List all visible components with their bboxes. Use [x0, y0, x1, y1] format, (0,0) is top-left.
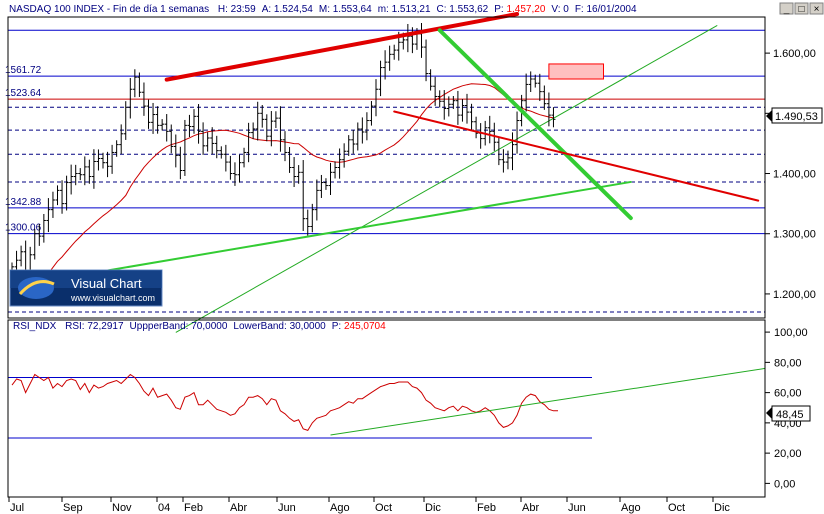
price-header: NASDAQ 100 INDEX - Fin de día 1 semanas … [9, 4, 637, 15]
x-tick-label-11: Abr [522, 502, 539, 514]
rsi-y-tick-label-0: 100,00 [774, 327, 808, 339]
rsi-header-field-value-1: 70,0000 [191, 321, 228, 332]
close-button[interactable]: × [809, 2, 824, 15]
svg-text:×: × [814, 4, 820, 15]
x-tick-label-12: Jun [568, 502, 586, 514]
x-tick-label-2: Nov [112, 502, 132, 514]
visual-chart-logo: Visual Chart www.visualchart.com [9, 269, 163, 307]
price-header-field-label-4: C: [437, 4, 450, 15]
price-header-field-value-5: 1.457,20 [506, 4, 545, 15]
price-header-field-label-1: A: [262, 4, 274, 15]
x-tick-label-5: Abr [230, 502, 247, 514]
highlight-box [548, 63, 605, 80]
rsi-current-marker: 48,45 [766, 405, 811, 422]
price-header-field-value-1: 1.524,54 [274, 4, 313, 15]
chart-window: 1561.72 1523.64 1342.88 1300.06 1.600,00 1.5… [0, 0, 824, 514]
rsi-header-name: RSI_NDX [13, 321, 57, 332]
current-price-label: 1.490,53 [775, 111, 818, 123]
rsi-header-field-label-2: LowerBand: [233, 321, 289, 332]
rsi-header-field-label-1: UppperBand: [130, 321, 192, 332]
x-tick-label-15: Dic [714, 502, 730, 514]
price-header-field-label-7: F: [575, 4, 587, 15]
price-header-field-label-5: P: [494, 4, 506, 15]
x-tick-label-1: Sep [63, 502, 83, 514]
x-tick-label-6: Jun [278, 502, 296, 514]
minimize-button[interactable]: _ [779, 2, 794, 15]
rsi-header-fields: RSI: 72,2917 UppperBand: 70,0000 LowerBand… [65, 321, 386, 332]
background [0, 0, 824, 514]
rsi-y-tick-label-1: 80,00 [774, 357, 802, 369]
price-header-field-label-0: H: [218, 4, 231, 15]
price-y-tick-label-4: 1.200,00 [773, 289, 816, 301]
x-tick-label-13: Ago [621, 502, 641, 514]
price-header-symbol: NASDAQ 100 INDEX - Fin de día 1 semanas [9, 4, 209, 15]
price-header-field-value-7: 16/01/2004 [587, 4, 637, 15]
current-price-marker: 1.490,53 [766, 107, 823, 124]
price-header-field-label-6: V: [551, 4, 563, 15]
rsi-y-tick-label-4: 20,00 [774, 448, 802, 460]
x-tick-label-4: Feb [184, 502, 203, 514]
x-tick-label-8: Oct [375, 502, 392, 514]
price-y-tick-label-2: 1.400,00 [773, 169, 816, 181]
price-header-field-value-4: 1.553,62 [449, 4, 488, 15]
rsi-header-field-value-0: 72,2917 [87, 321, 124, 332]
price-level-label-2: 1342.88 [5, 197, 42, 208]
price-header-field-value-6: 0 [563, 4, 569, 15]
price-header-field-value-2: 1.553,64 [333, 4, 372, 15]
chart-canvas: 1561.72 1523.64 1342.88 1300.06 1.600,00 1.5… [0, 0, 824, 514]
logo-url: www.visualchart.com [70, 293, 155, 303]
price-header-field-value-3: 1.513,21 [392, 4, 431, 15]
rsi-y-tick-label-2: 60,00 [774, 388, 802, 400]
price-y-tick-label-0: 1.600,00 [773, 48, 816, 60]
maximize-button[interactable]: □ [794, 2, 809, 15]
logo-globe-icon [18, 277, 54, 299]
svg-text:□: □ [798, 4, 804, 15]
price-level-label-0: 1561.72 [5, 65, 42, 76]
x-tick-label-0: Jul [10, 502, 24, 514]
price-header-field-label-3: m: [378, 4, 392, 15]
x-tick-label-14: Oct [668, 502, 685, 514]
rsi-header-field-value-3: 245,0704 [344, 321, 386, 332]
window-buttons: _ □ × [779, 2, 824, 15]
x-tick-label-9: Dic [425, 502, 441, 514]
rsi-y-tick-label-5: 0,00 [774, 478, 795, 490]
price-header-fields: H: 23:59 A: 1.524,54 M: 1.553,64 m: 1.513,2… [218, 4, 637, 15]
price-level-label-1: 1523.64 [5, 88, 42, 99]
x-tick-label-7: Ago [330, 502, 350, 514]
price-y-tick-label-3: 1.300,00 [773, 229, 816, 241]
rsi-current-label: 48,45 [776, 409, 804, 421]
svg-text:_: _ [783, 4, 790, 15]
x-tick-label-10: Feb [477, 502, 496, 514]
rsi-header-field-label-0: RSI: [65, 321, 87, 332]
rsi-header-field-label-3: P: [332, 321, 344, 332]
logo-name: Visual Chart [71, 276, 142, 291]
rsi-header-field-value-2: 30,0000 [290, 321, 327, 332]
price-level-label-3: 1300.06 [5, 223, 42, 234]
price-header-field-value-0: 23:59 [231, 4, 256, 15]
x-tick-label-3: 04 [158, 502, 170, 514]
price-header-field-label-2: M: [319, 4, 333, 15]
